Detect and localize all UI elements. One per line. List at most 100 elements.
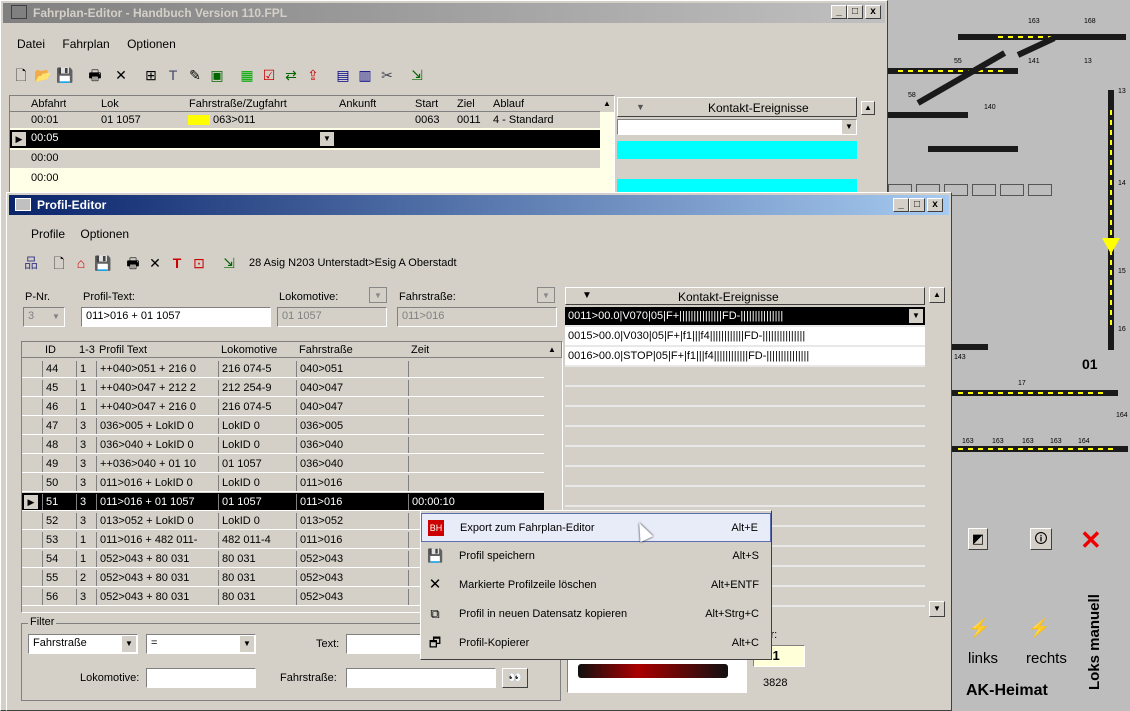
dropdown-arrow-icon[interactable]: ▼ [537,287,555,303]
pnr-select[interactable]: 3 ▼ [23,307,65,327]
fahrplan-titlebar[interactable]: Fahrplan-Editor - Handbuch Version 110.F… [3,3,885,23]
table-row[interactable]: 44 1 ++040>051 + 216 0 216 074-5 040>051 [22,360,544,378]
new-icon[interactable]: 🗋 [11,65,31,85]
col-ziel[interactable]: Ziel [454,96,475,112]
col-1-3[interactable]: 1-3 [76,342,95,358]
binoculars-button[interactable]: 👀 [502,668,528,688]
scroll-down-button[interactable]: ▼ [929,601,945,617]
col-abfahrt[interactable]: Abfahrt [28,96,66,112]
table-row[interactable]: 00:01 01 1057 063>011 0063 0011 4 - Stan… [10,112,600,128]
t-icon[interactable]: T [167,253,187,273]
save-icon[interactable]: 💾 [93,253,113,273]
loks-manuell-label[interactable]: Loks manuell [1086,594,1103,690]
minimize-button[interactable]: _ [831,5,847,19]
menu-profil-speichern[interactable]: 💾 Profil speichern Alt+S [421,542,771,571]
check-icon[interactable]: ☑ [259,65,279,85]
arrows-icon[interactable]: ⇄ [281,65,301,85]
table-row[interactable]: 46 1 ++040>047 + 216 0 216 074-5 040>047 [22,398,544,416]
minimize-button[interactable]: _ [893,198,909,212]
menu-optionen[interactable]: Optionen [127,37,176,51]
print-icon[interactable]: 🖶 [123,253,143,273]
filter-lok-input[interactable] [146,668,256,688]
tree-icon[interactable]: 品 [21,253,41,273]
dropdown-arrow-icon[interactable]: ▼ [49,309,63,325]
table-row[interactable]: 45 1 ++040>047 + 212 2 212 254-9 040>047 [22,379,544,397]
close-button[interactable]: x [865,5,881,19]
maximize-button[interactable]: □ [909,198,925,212]
filter-operator-select[interactable]: = ▼ [146,634,256,654]
print-icon[interactable]: 🖶 [85,65,105,85]
rechts-label[interactable]: rechts [1026,650,1067,667]
menu-fahrplan[interactable]: Fahrplan [62,37,109,51]
menu-profile[interactable]: Profile [31,227,65,241]
delete-icon[interactable]: ✕ [111,65,131,85]
table-row[interactable]: 50 3 011>016 + LokID 0 LokID 0 011>016 [22,474,544,492]
main-kontakt-select[interactable]: ▼ [617,119,857,135]
table-row[interactable]: 00:00 [10,150,600,168]
col-profil-text[interactable]: Profil Text [96,342,147,358]
exit-icon[interactable]: ⇲ [407,65,427,85]
grid-scroll-up[interactable]: ▲ [600,96,614,112]
exit-icon[interactable]: ⇲ [219,253,239,273]
fahrplan-grid[interactable]: Abfahrt Lok Fahrstraße/Zugfahrt Ankunft … [9,95,615,197]
kontakt-row-selected[interactable]: 0011>00.0|V070|05|F+|||||||||||||||FD-||… [565,307,925,325]
menu-optionen[interactable]: Optionen [80,227,129,241]
t-icon[interactable]: T [163,65,183,85]
lok-input[interactable]: 01 1057 [277,307,387,327]
profil-titlebar[interactable]: Profil-Editor _ □ x [9,195,949,215]
scroll-up-button[interactable]: ▲ [861,101,875,115]
open-icon[interactable]: 📂 [33,65,53,85]
train-rechts-icon[interactable]: ⚡ [1028,618,1058,638]
col-fahrstrasse[interactable]: Fahrstraße/Zugfahrt [186,96,287,112]
table-row[interactable]: 47 3 036>005 + LokID 0 LokID 0 036>005 [22,417,544,435]
table-row-selected[interactable]: ▶ 51 3 011>016 + 01 1057 01 1057 011>016 00:00… [22,493,544,511]
home-icon[interactable]: ⌂ [71,253,91,273]
alert-icon[interactable]: ⊡ [189,253,209,273]
tools-icon[interactable]: ✂ [377,65,397,85]
grid-scroll-up[interactable]: ▲ [544,342,560,358]
col-ankunft[interactable]: Ankunft [336,96,376,112]
menu-profil-kopierer[interactable]: 🗗 Profil-Kopierer Alt+C [421,629,771,658]
pencil-icon[interactable]: ✎ [185,65,205,85]
cyan-row[interactable] [617,179,857,193]
col-ablauf[interactable]: Ablauf [490,96,524,112]
scroll-up-button[interactable]: ▲ [929,287,945,303]
kontakt-row[interactable]: 0016>00.0|STOP|05|F+|f1|||f4||||||||||||… [565,347,925,365]
col-id[interactable]: ID [42,342,56,358]
info-button[interactable]: 🛈 [1030,528,1052,550]
menu-profil-kopieren[interactable]: ⧉ Profil in neuen Datensatz kopieren Alt… [421,600,771,629]
dropdown-arrow-icon[interactable]: ▼ [320,132,334,146]
filter-text-input[interactable] [346,634,426,654]
menu-datei[interactable]: Datei [17,37,45,51]
table-row[interactable]: 00:00 [10,170,600,188]
col-zeit[interactable]: Zeit [408,342,429,358]
grid-icon[interactable]: ▦ [237,65,257,85]
dropdown-arrow-icon[interactable]: ▼ [122,636,136,652]
calc-icon[interactable]: ▥ [355,65,375,85]
export-icon[interactable]: ⇪ [303,65,323,85]
col-lokomotive[interactable]: Lokomotive [218,342,277,358]
window-icon[interactable]: ▣ [207,65,227,85]
profil-kontakt-header[interactable]: ▼ Kontakt-Ereignisse [565,287,925,305]
table-row-selected[interactable]: ▶ 00:05 ▼ [10,130,600,148]
delete-icon[interactable]: ✕ [145,253,165,273]
stop-all-button[interactable]: ◩ [968,528,988,550]
table-icon[interactable]: ▤ [333,65,353,85]
dropdown-arrow-icon[interactable]: ▼ [909,309,923,323]
filter-fs-input[interactable] [346,668,496,688]
col-lok[interactable]: Lok [98,96,119,112]
loks-manuell-x-icon[interactable]: ✕ [1080,526,1110,556]
menu-profilzeile-loeschen[interactable]: ✕ Markierte Profilzeile löschen Alt+ENTF [421,571,771,600]
col-start[interactable]: Start [412,96,438,112]
save-icon[interactable]: 💾 [55,65,75,85]
fs-input[interactable]: 011>016 [397,307,557,327]
close-button[interactable]: x [927,198,943,212]
dropdown-arrow-icon[interactable]: ▼ [240,636,254,652]
profil-text-input[interactable]: 011>016 + 01 1057 [81,307,271,327]
table-row[interactable]: 49 3 ++036>040 + 01 10 01 1057 036>040 [22,455,544,473]
new-icon[interactable]: 🗋 [49,253,69,273]
filter-field-select[interactable]: Fahrstraße ▼ [28,634,138,654]
menu-export-fahrplan[interactable]: BH Export zum Fahrplan-Editor Alt+E [421,513,771,542]
main-kontakt-header[interactable]: ▼ Kontakt-Ereignisse [617,97,857,117]
dropdown-arrow-icon[interactable]: ▼ [369,287,387,303]
